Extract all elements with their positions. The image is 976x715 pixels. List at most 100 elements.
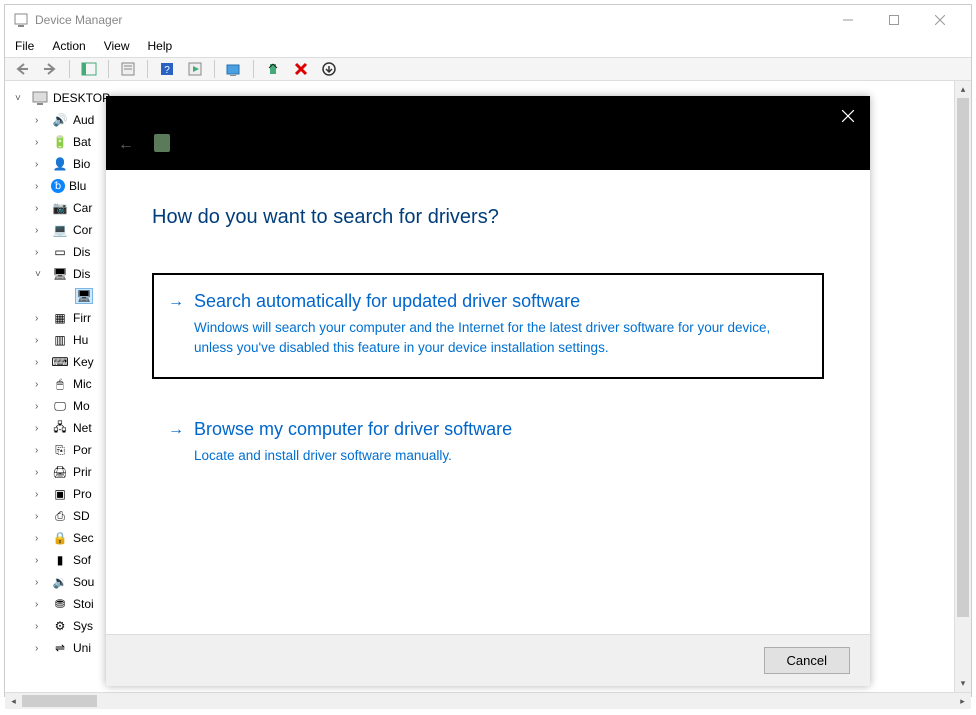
svg-text:?: ? (164, 65, 170, 76)
maximize-button[interactable] (871, 5, 917, 35)
expander-icon[interactable]: › (35, 599, 47, 610)
tree-item-label: Cor (73, 223, 92, 237)
expander-icon[interactable]: › (35, 555, 47, 566)
window-title: Device Manager (35, 13, 122, 27)
menu-bar: File Action View Help (5, 35, 971, 57)
dialog-heading: How do you want to search for drivers? (152, 206, 824, 229)
tree-item-label: Prir (73, 465, 92, 479)
expander-icon[interactable]: › (35, 137, 47, 148)
bluetooth-icon: ␢ (51, 179, 65, 193)
tree-item-label: Mo (73, 399, 90, 413)
option-search-automatically[interactable]: → Search automatically for updated drive… (152, 273, 824, 379)
port-icon: ⎘ (51, 442, 69, 458)
bio-icon: 👤 (51, 156, 69, 172)
arrow-right-icon: → (168, 293, 184, 357)
system-icon: ⚙ (51, 618, 69, 634)
close-button[interactable] (917, 5, 963, 35)
processor-icon: ▣ (51, 486, 69, 502)
tree-item-label: Por (73, 443, 92, 457)
tree-item-label: Sof (73, 553, 91, 567)
display-icon: 🖥 (51, 266, 69, 282)
nav-forward-icon[interactable] (39, 59, 61, 79)
menu-file[interactable]: File (15, 39, 34, 53)
menu-help[interactable]: Help (148, 39, 173, 53)
hid-icon: ▥ (51, 332, 69, 348)
sd-icon: ⎙ (51, 508, 69, 524)
mouse-icon: 🖱 (51, 376, 69, 392)
tree-item-label: Dis (73, 267, 90, 281)
expander-icon[interactable]: › (35, 577, 47, 588)
dialog-body: How do you want to search for drivers? →… (106, 170, 870, 634)
expander-icon[interactable]: › (35, 379, 47, 390)
expander-icon[interactable]: ˅ (35, 269, 47, 280)
h-scrollbar-thumb[interactable] (22, 695, 97, 707)
option-title: Browse my computer for driver software (194, 419, 804, 440)
tree-item-label: Hu (73, 333, 88, 347)
usb-icon: ⇌ (51, 640, 69, 656)
firmware-icon: ▦ (51, 310, 69, 326)
camera-icon: 📷 (51, 200, 69, 216)
expander-icon[interactable]: › (35, 203, 47, 214)
menu-action[interactable]: Action (52, 39, 85, 53)
expander-icon[interactable]: › (35, 643, 47, 654)
properties-icon[interactable] (117, 59, 139, 79)
scroll-left-icon[interactable]: ◂ (5, 693, 22, 709)
option-desc: Windows will search your computer and th… (194, 318, 804, 357)
update-driver-icon[interactable] (262, 59, 284, 79)
dialog-title-bar: ← (106, 96, 870, 170)
minimize-button[interactable] (825, 5, 871, 35)
expander-icon[interactable]: › (35, 357, 47, 368)
computer-icon (31, 90, 49, 106)
dialog-back-icon: ← (118, 136, 134, 154)
horizontal-scrollbar[interactable]: ◂ ▸ (5, 692, 971, 709)
expander-icon[interactable]: › (35, 181, 47, 192)
option-browse-computer[interactable]: → Browse my computer for driver software… (152, 401, 824, 488)
cancel-button[interactable]: Cancel (764, 647, 850, 674)
expander-icon[interactable]: › (35, 489, 47, 500)
tree-item-label: Aud (73, 113, 94, 127)
expander-icon[interactable]: › (35, 533, 47, 544)
tree-item-label: Blu (69, 179, 86, 193)
expander-icon[interactable]: › (35, 445, 47, 456)
expander-icon[interactable]: › (35, 423, 47, 434)
app-icon (13, 12, 29, 28)
tree-item-label: Car (73, 201, 92, 215)
tree-root-label: DESKTOP (53, 91, 110, 105)
expander-icon[interactable]: › (35, 313, 47, 324)
show-hide-console-icon[interactable] (78, 59, 100, 79)
expander-icon[interactable]: ˅ (15, 93, 27, 104)
tree-item-label: Net (73, 421, 92, 435)
scrollbar-thumb[interactable] (957, 98, 969, 617)
menu-view[interactable]: View (104, 39, 130, 53)
expander-icon[interactable]: › (35, 467, 47, 478)
expander-icon[interactable]: › (35, 511, 47, 522)
uninstall-icon[interactable] (290, 59, 312, 79)
expander-icon[interactable]: › (35, 401, 47, 412)
scroll-right-icon[interactable]: ▸ (954, 693, 971, 709)
tree-item-label: Pro (73, 487, 92, 501)
display-icon: 🖥 (75, 288, 93, 304)
expander-icon[interactable]: › (35, 159, 47, 170)
nav-back-icon[interactable] (11, 59, 33, 79)
action-pane-icon[interactable] (184, 59, 206, 79)
tree-item-label: Sys (73, 619, 93, 633)
tree-item-label: Bio (73, 157, 90, 171)
scroll-down-icon[interactable]: ▾ (955, 675, 971, 692)
vertical-scrollbar[interactable]: ▴ ▾ (954, 81, 971, 692)
keyboard-icon: ⌨ (51, 354, 69, 370)
scan-hardware-icon[interactable] (223, 59, 245, 79)
expander-icon[interactable]: › (35, 247, 47, 258)
disable-icon[interactable] (318, 59, 340, 79)
arrow-right-icon: → (168, 421, 184, 466)
expander-icon[interactable]: › (35, 335, 47, 346)
tree-item-label: Dis (73, 245, 90, 259)
expander-icon[interactable]: › (35, 225, 47, 236)
dialog-close-button[interactable] (836, 104, 860, 128)
scroll-up-icon[interactable]: ▴ (955, 81, 971, 98)
expander-icon[interactable]: › (35, 621, 47, 632)
update-driver-dialog: ← How do you want to search for drivers?… (106, 96, 870, 686)
help-icon[interactable]: ? (156, 59, 178, 79)
speaker-icon: 🔊 (51, 112, 69, 128)
network-icon: 🖧 (51, 420, 69, 436)
expander-icon[interactable]: › (35, 115, 47, 126)
